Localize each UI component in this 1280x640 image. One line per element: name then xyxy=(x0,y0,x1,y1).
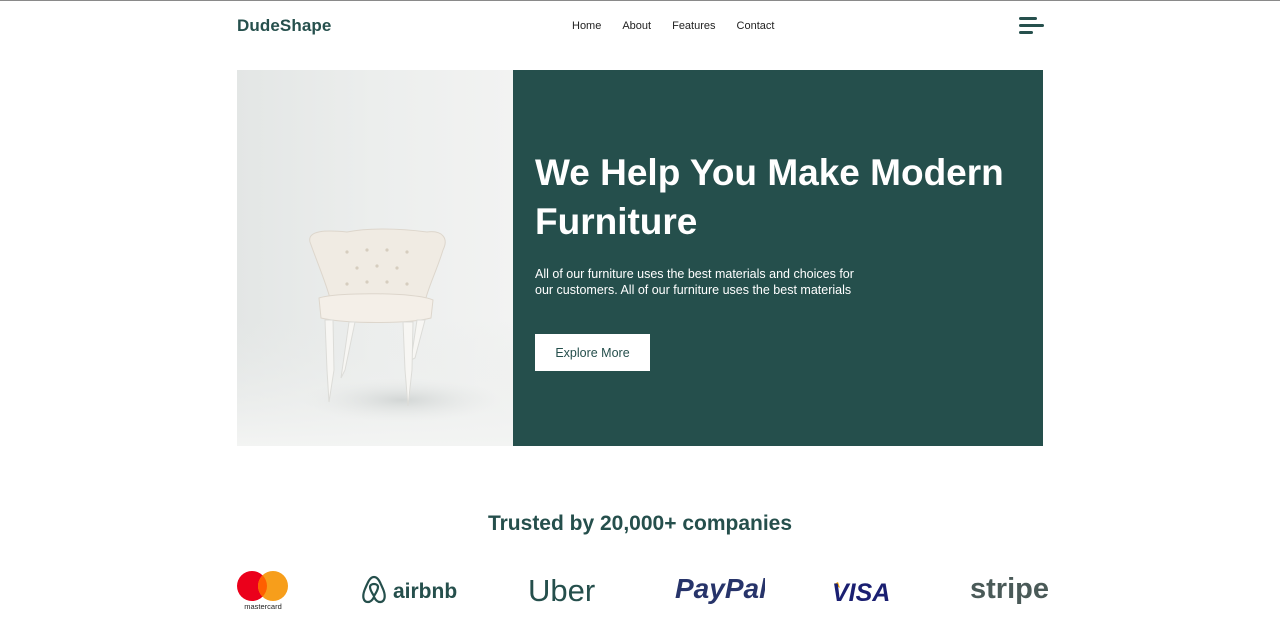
main-nav: Home About Features Contact xyxy=(572,20,774,32)
nav-about[interactable]: About xyxy=(622,20,651,32)
uber-wordmark: Uber xyxy=(528,573,595,607)
hero-panel xyxy=(513,70,1043,446)
trusted-heading: Trusted by 20,000+ companies xyxy=(487,512,793,535)
stripe-wordmark: stripe xyxy=(970,573,1049,605)
paypal-logo: PayPal xyxy=(675,570,768,606)
armchair-image xyxy=(237,70,513,446)
hero-description: All of our furniture uses the best mater… xyxy=(535,267,854,297)
visa-wordmark: VISA xyxy=(832,579,890,606)
top-border xyxy=(0,0,1280,1)
stripe-logo: stripe xyxy=(970,570,1050,608)
hero-title: We Help You Make Modern Furniture xyxy=(535,152,1004,242)
hamburger-menu-icon[interactable] xyxy=(1019,16,1045,36)
mastercard-logo: mastercard xyxy=(237,570,289,612)
airbnb-logo: airbnb xyxy=(360,574,460,606)
mastercard-wordmark: mastercard xyxy=(244,602,282,611)
uber-logo: Uber xyxy=(528,571,608,608)
visa-logo: VISA xyxy=(832,574,902,607)
nav-home[interactable]: Home xyxy=(572,20,601,32)
nav-features[interactable]: Features xyxy=(672,20,715,32)
airbnb-wordmark: airbnb xyxy=(393,580,457,603)
nav-contact[interactable]: Contact xyxy=(737,20,775,32)
brand-logo[interactable]: DudeShape xyxy=(237,16,331,36)
paypal-wordmark: PayPal xyxy=(675,573,765,604)
explore-more-button[interactable]: Explore More xyxy=(535,334,650,371)
